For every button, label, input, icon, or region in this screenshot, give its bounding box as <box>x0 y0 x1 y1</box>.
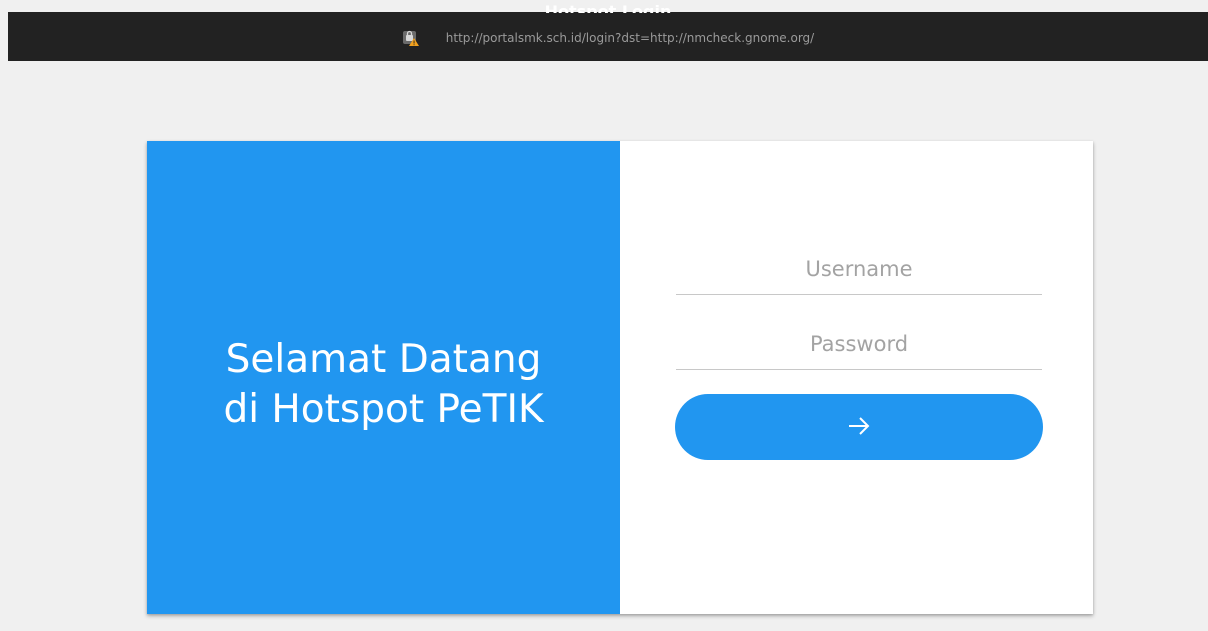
url-bar: http://portalsmk.sch.id/login?dst=http:/… <box>8 28 1208 48</box>
window-header: Hotspot Login http://portalsmk.sch.id/lo… <box>8 3 1208 61</box>
window-title: Hotspot Login <box>544 3 672 13</box>
password-input[interactable] <box>676 318 1042 370</box>
login-card: Selamat Datang di Hotspot PeTIK <box>147 141 1093 614</box>
login-submit-button[interactable] <box>675 394 1043 460</box>
url-text: http://portalsmk.sch.id/login?dst=http:/… <box>445 31 815 45</box>
username-input[interactable] <box>676 244 1042 295</box>
login-form <box>620 141 1093 614</box>
welcome-line-1: Selamat Datang <box>225 336 542 382</box>
arrow-right-icon <box>846 413 872 442</box>
welcome-panel: Selamat Datang di Hotspot PeTIK <box>147 141 620 614</box>
welcome-heading: Selamat Datang di Hotspot PeTIK <box>223 335 543 435</box>
welcome-line-2: di Hotspot PeTIK <box>223 386 544 432</box>
insecure-lock-icon[interactable] <box>402 29 420 47</box>
